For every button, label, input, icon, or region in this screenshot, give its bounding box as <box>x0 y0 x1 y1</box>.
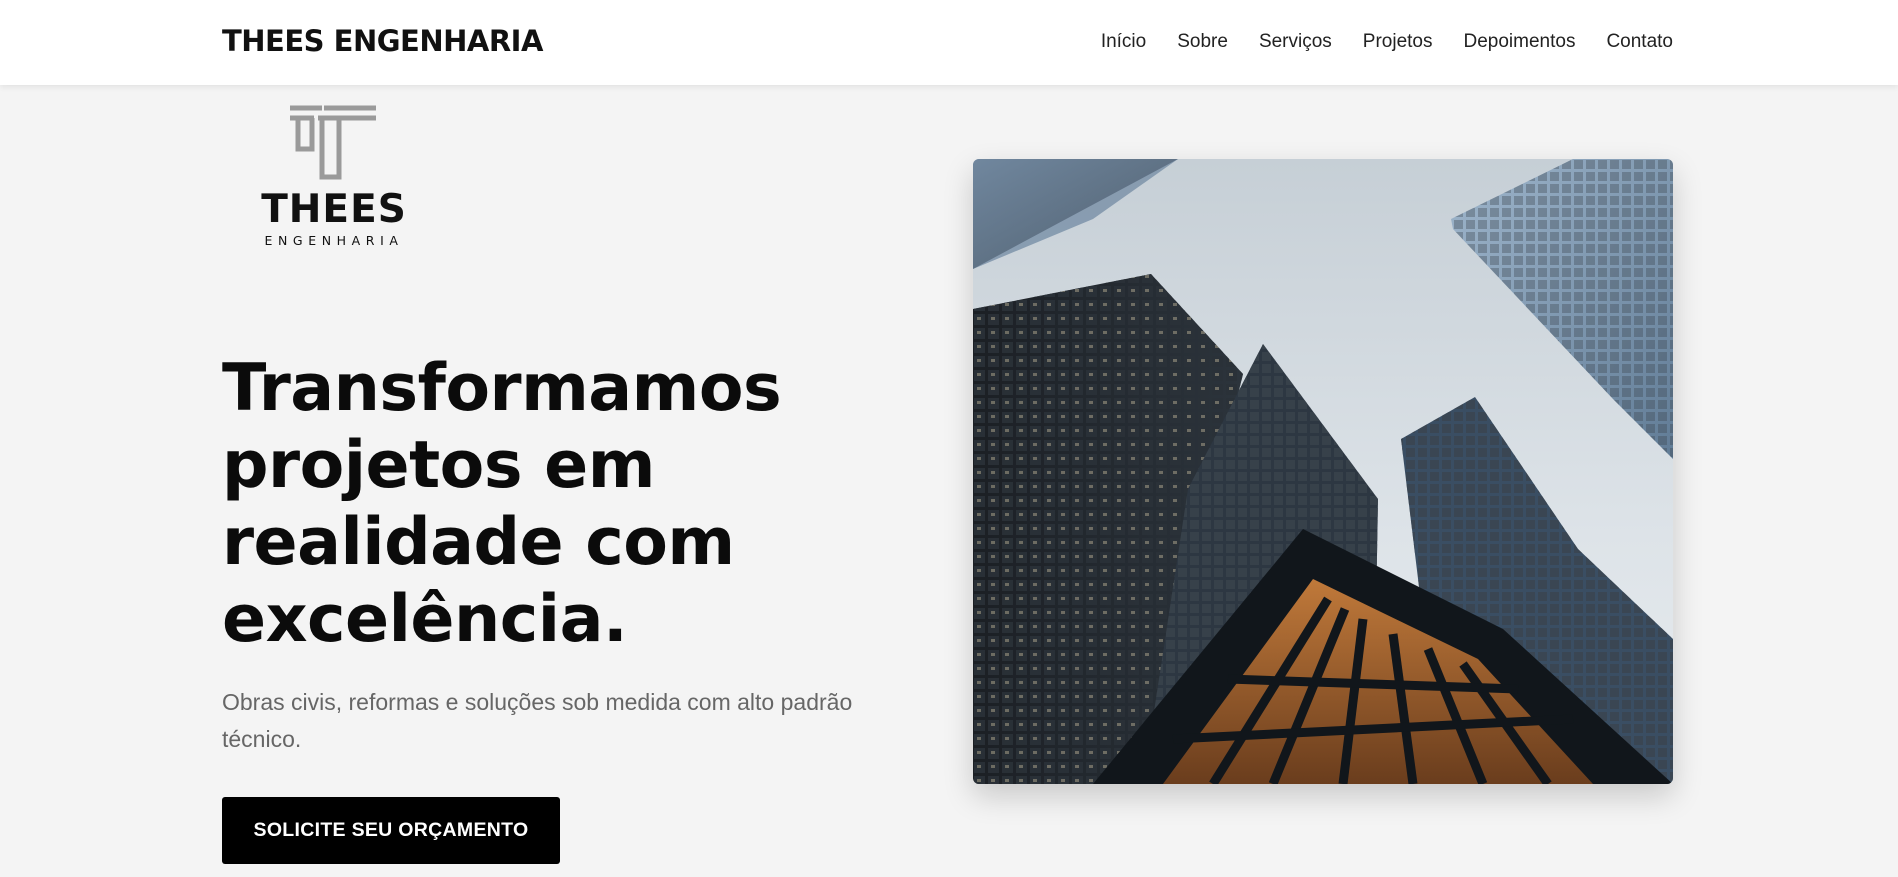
hero-title-line: Transformamos <box>222 351 782 426</box>
main-nav: Início Sobre Serviços Projetos Depoiment… <box>1101 31 1673 53</box>
company-logo: THEES ENGENHARIA <box>254 104 414 250</box>
nav-link-sobre[interactable]: Sobre <box>1177 31 1228 53</box>
nav-link-projetos[interactable]: Projetos <box>1363 31 1433 53</box>
logo-mark-icon <box>290 105 376 180</box>
hero-title-line: realidade com <box>222 505 735 580</box>
logo-subtitle: ENGENHARIA <box>264 233 404 248</box>
skyscrapers-image <box>973 159 1673 784</box>
nav-link-depoimentos[interactable]: Depoimentos <box>1464 31 1576 53</box>
logo-wordmark: THEES <box>261 187 407 232</box>
hero-title-line: projetos em <box>222 428 655 503</box>
hero-title-line: excelência. <box>222 582 628 657</box>
nav-link-contato[interactable]: Contato <box>1606 31 1673 53</box>
nav-link-inicio[interactable]: Início <box>1101 31 1146 53</box>
nav-link-servicos[interactable]: Serviços <box>1259 31 1332 53</box>
skyscrapers-photo-icon <box>973 159 1673 784</box>
site-header: THEES ENGENHARIA Início Sobre Serviços P… <box>0 0 1898 85</box>
brand-name[interactable]: THEES ENGENHARIA <box>222 24 543 58</box>
hero-subtitle: Obras civis, reformas e soluções sob med… <box>222 689 853 752</box>
hero-title: Transformamos projetos em realidade com … <box>222 350 922 658</box>
request-quote-button[interactable]: SOLICITE SEU ORÇAMENTO <box>222 797 560 864</box>
